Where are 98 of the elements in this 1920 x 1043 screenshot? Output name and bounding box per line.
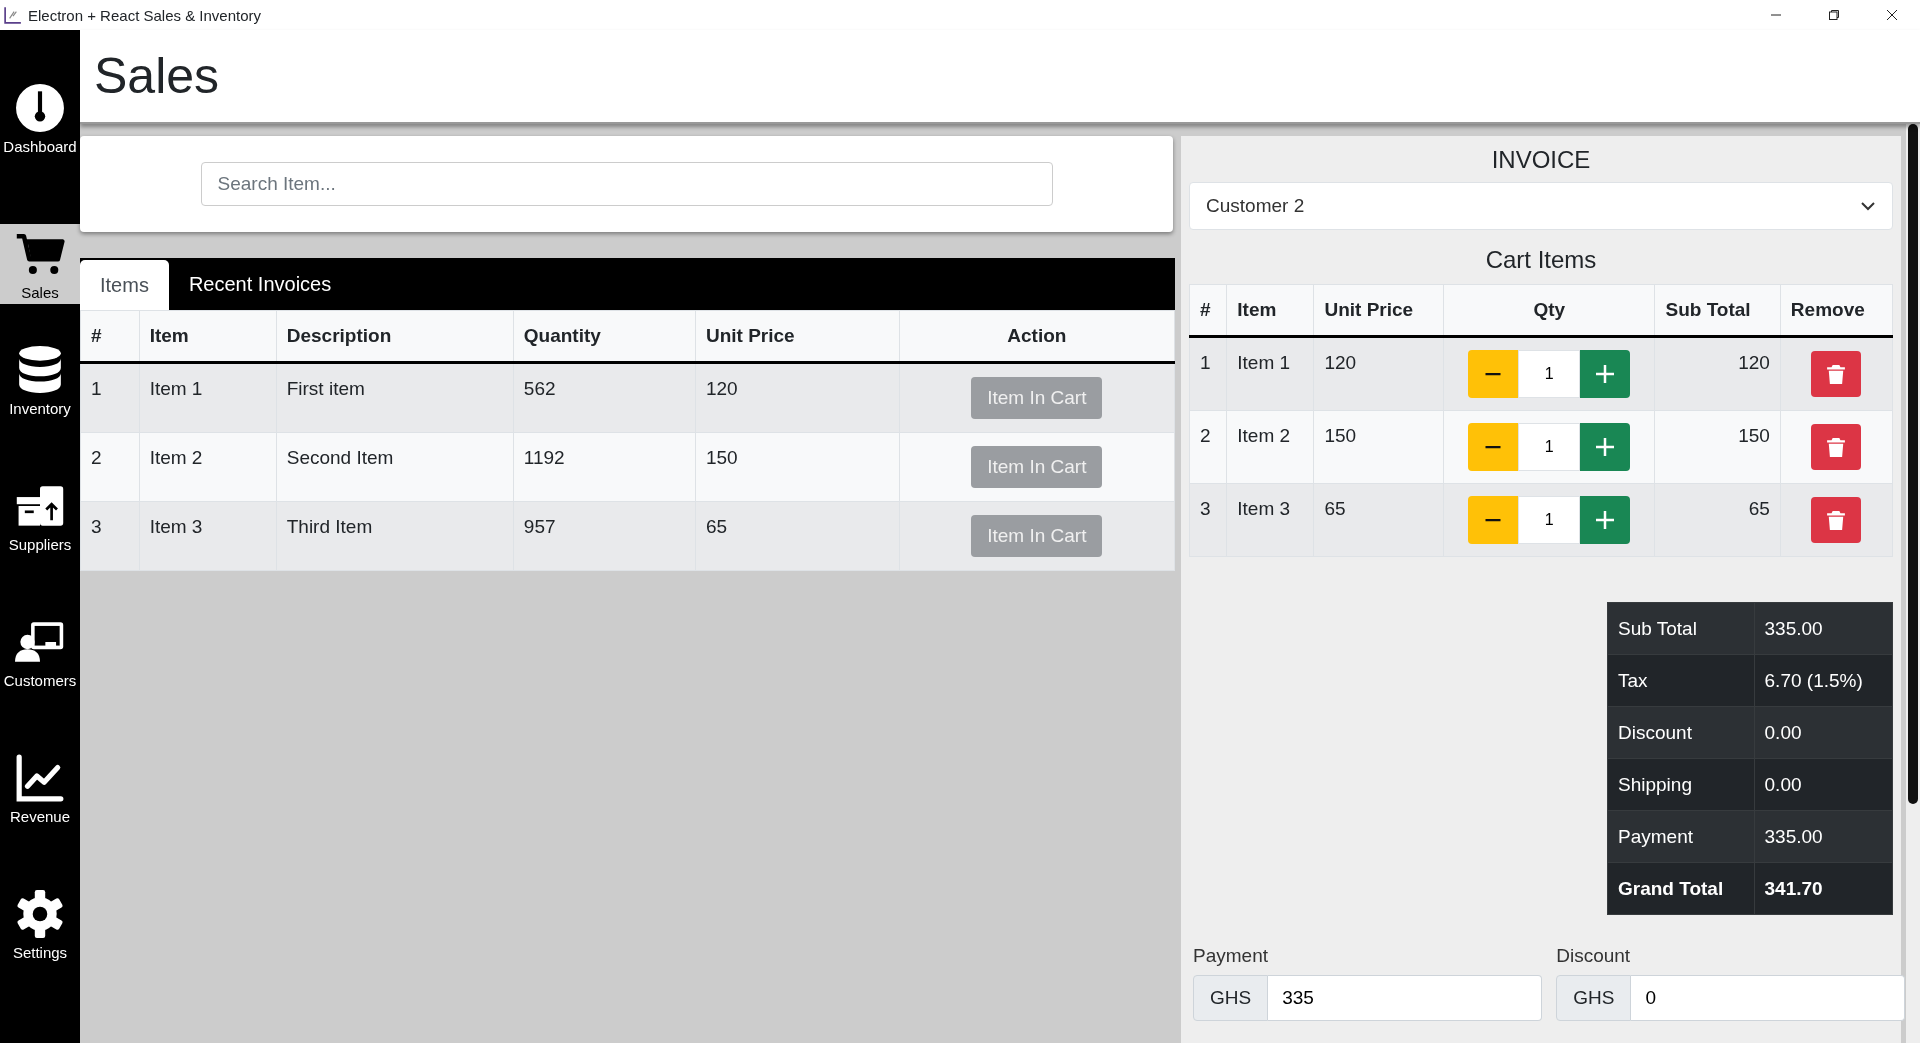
sidebar-item[interactable]: Sales — [0, 224, 80, 304]
total-value: 6.70 (1.5%) — [1754, 654, 1893, 707]
table-cell: 65 — [1314, 483, 1444, 557]
search-field[interactable]: Search Item... — [200, 162, 1053, 206]
table-cell: 120 — [1314, 336, 1444, 411]
amount-field[interactable]: 335 — [1268, 975, 1543, 1021]
column-header: Unit Price — [1314, 284, 1444, 337]
table-cell: Third Item — [276, 501, 514, 571]
column-header: Quantity — [513, 310, 696, 363]
total-value: 335.00 — [1754, 810, 1893, 863]
total-value: 0.00 — [1754, 758, 1893, 811]
sidebar-item[interactable]: Settings — [0, 856, 80, 992]
close-icon[interactable] — [1886, 9, 1898, 21]
increase-button[interactable] — [1580, 350, 1631, 398]
table-cell: 65 — [695, 501, 900, 571]
table-cell: 3 — [80, 501, 140, 571]
total-value: 341.70 — [1754, 862, 1893, 915]
total-label: Grand Total — [1607, 862, 1755, 915]
quantity-field[interactable]: 1 — [1518, 423, 1581, 471]
column-header: Item — [1226, 284, 1314, 337]
table-cell: 1 — [80, 362, 140, 433]
field-label: Payment — [1193, 945, 1269, 967]
thermometer-icon — [15, 82, 65, 133]
column-header: Unit Price — [695, 310, 900, 363]
plus-icon — [1595, 510, 1616, 530]
cart-items-title: Cart Items — [1484, 246, 1598, 274]
minus-icon — [1483, 372, 1504, 376]
table-cell: 1192 — [513, 432, 696, 502]
app-icon — [4, 6, 22, 24]
currency-prefix: GHS — [1556, 975, 1632, 1021]
total-label: Payment — [1607, 810, 1755, 863]
quantity-field[interactable]: 1 — [1518, 496, 1581, 544]
total-value: 335.00 — [1754, 602, 1893, 655]
delete-button[interactable] — [1811, 351, 1862, 397]
sidebar-item[interactable]: Inventory — [0, 312, 80, 448]
sidebar-item[interactable]: Revenue — [0, 720, 80, 856]
total-label: Shipping — [1607, 758, 1755, 811]
total-label: Sub Total — [1607, 602, 1755, 655]
window-title: Electron + React Sales & Inventory — [28, 6, 262, 24]
total-label: Tax — [1607, 654, 1755, 707]
table-cell: First item — [276, 362, 514, 433]
restore-icon[interactable] — [1828, 9, 1840, 21]
table-cell: 3 — [1189, 483, 1227, 557]
amount-field[interactable]: 0 — [1631, 975, 1906, 1021]
sidebar-item[interactable]: Suppliers — [0, 448, 80, 584]
table-cell: 150 — [1655, 410, 1781, 484]
table-cell: Item 2 — [139, 432, 277, 502]
tab[interactable]: Items — [80, 260, 169, 310]
tab[interactable]: Recent Invoices — [168, 258, 352, 310]
trash-icon — [1827, 364, 1846, 384]
table-cell: 562 — [513, 362, 696, 433]
table-cell: Item 3 — [139, 501, 277, 571]
column-header: Description — [276, 310, 514, 363]
table-cell: Item 2 — [1226, 410, 1314, 484]
scrollbar[interactable] — [1906, 124, 1920, 1043]
increase-button[interactable] — [1580, 423, 1631, 471]
delete-button[interactable] — [1811, 497, 1862, 543]
table-cell: 150 — [1314, 410, 1444, 484]
column-header: Remove — [1780, 284, 1893, 337]
table-cell: 2 — [1189, 410, 1227, 484]
minus-icon — [1483, 445, 1504, 449]
total-value: 0.00 — [1754, 706, 1893, 759]
trash-icon — [1827, 437, 1846, 457]
settings-icon — [15, 888, 65, 939]
column-header: Qty — [1443, 284, 1655, 337]
table-cell: 120 — [1655, 336, 1781, 411]
table-cell: 65 — [1655, 483, 1781, 557]
table-cell: Second Item — [276, 432, 514, 502]
plus-icon — [1595, 364, 1616, 384]
table-cell: 957 — [513, 501, 696, 571]
column-header: # — [80, 310, 140, 363]
table-cell: Item 3 — [1226, 483, 1314, 557]
table-cell: 120 — [695, 362, 900, 433]
sidebar-item[interactable]: Customers — [0, 584, 80, 720]
line-chart-icon — [15, 752, 65, 803]
table-cell: 1 — [1189, 336, 1227, 411]
quantity-field[interactable]: 1 — [1518, 350, 1581, 398]
chevron-down-icon — [1860, 201, 1876, 211]
field-label: Discount — [1556, 945, 1632, 967]
column-header: Action — [899, 310, 1175, 363]
table-cell: 2 — [80, 432, 140, 502]
customer-select[interactable]: Customer 2 — [1189, 182, 1893, 230]
trash-icon — [1827, 510, 1846, 530]
sidebar-item[interactable]: Dashboard — [0, 30, 80, 186]
increase-button[interactable] — [1580, 496, 1631, 544]
table-cell: Item 1 — [1226, 336, 1314, 411]
invoice-title: INVOICE — [1490, 146, 1592, 174]
column-header: Sub Total — [1655, 284, 1781, 337]
currency-prefix: GHS — [1193, 975, 1269, 1021]
delete-button[interactable] — [1811, 424, 1862, 470]
table-cell: 150 — [695, 432, 900, 502]
minus-icon — [1483, 518, 1504, 522]
total-label: Discount — [1607, 706, 1755, 759]
table-cell: Item 1 — [139, 362, 277, 433]
column-header: Item — [139, 310, 277, 363]
plus-icon — [1595, 437, 1616, 457]
column-header: # — [1189, 284, 1227, 337]
page-title: Sales — [94, 47, 220, 105]
